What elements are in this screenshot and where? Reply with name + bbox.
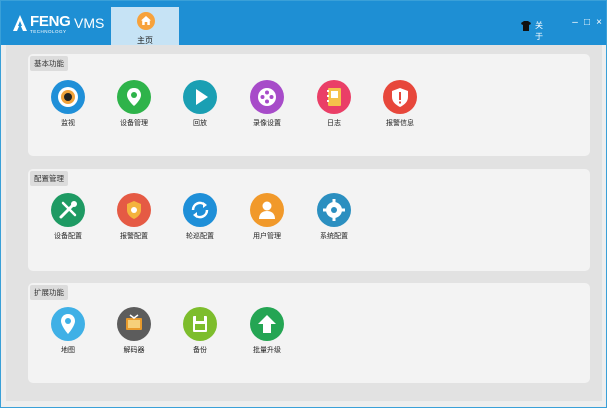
about-label: 关于: [535, 21, 543, 41]
item-label: 报警信息: [386, 120, 414, 127]
item-label: 设备管理: [120, 120, 148, 127]
item-label: 录像设置: [253, 120, 281, 127]
play-icon: [183, 80, 217, 114]
film-reel-icon: [250, 80, 284, 114]
gear-icon: [317, 193, 351, 227]
minimize-button[interactable]: –: [569, 16, 581, 30]
map-pin-icon: [51, 307, 85, 341]
item-label: 用户管理: [253, 233, 281, 240]
section-title: 扩展功能: [30, 285, 68, 300]
shirt-icon: [521, 21, 531, 31]
logo-subtext: TECHNOLOGY: [30, 29, 67, 34]
log-book-icon: [317, 80, 351, 114]
item-label: 解码器: [123, 347, 145, 354]
location-pin-icon: [117, 80, 151, 114]
item-label: 批量升级: [253, 347, 281, 354]
logo-text: FENG: [30, 13, 71, 30]
item-label: 备份: [193, 347, 207, 354]
item-label: 报警配置: [120, 233, 148, 240]
content-area: 基本功能 监视 设备管理 回放 录像设置 日志 报警信息 配置管理 设备配置 报…: [6, 45, 602, 401]
alarm-shield-icon: [383, 80, 417, 114]
app-name: VMS: [74, 15, 105, 31]
section-extensions: 扩展功能 地图 解码器 备份 批量升级: [28, 283, 590, 383]
item-label: 地图: [61, 347, 75, 354]
home-icon: [137, 12, 155, 30]
item-label: 监视: [61, 120, 75, 127]
save-icon: [183, 307, 217, 341]
tab-home[interactable]: 主页: [111, 7, 179, 45]
refresh-icon: [183, 193, 217, 227]
tools-icon: [51, 193, 85, 227]
restore-button[interactable]: □: [581, 16, 593, 30]
close-button[interactable]: ×: [593, 16, 605, 30]
logo-icon: [13, 15, 27, 31]
section-title: 配置管理: [30, 171, 68, 186]
main-window: FENG TECHNOLOGY VMS 主页 关于 – □ × 基本功能 监视 …: [0, 0, 607, 408]
tv-icon: [117, 307, 151, 341]
camera-icon: [51, 80, 85, 114]
section-basic: 基本功能 监视 设备管理 回放 录像设置 日志 报警信息: [28, 54, 590, 156]
alarm-config-icon: [117, 193, 151, 227]
user-icon: [250, 193, 284, 227]
item-label: 日志: [327, 120, 341, 127]
item-label: 回放: [193, 120, 207, 127]
item-label: 设备配置: [54, 233, 82, 240]
section-config: 配置管理 设备配置 报警配置 轮巡配置 用户管理 系统配置: [28, 169, 590, 271]
title-bar: FENG TECHNOLOGY VMS 主页 关于 – □ ×: [1, 1, 606, 45]
section-title: 基本功能: [30, 56, 68, 71]
upload-arrow-icon: [250, 307, 284, 341]
item-label: 系统配置: [320, 233, 348, 240]
item-label: 轮巡配置: [186, 233, 214, 240]
